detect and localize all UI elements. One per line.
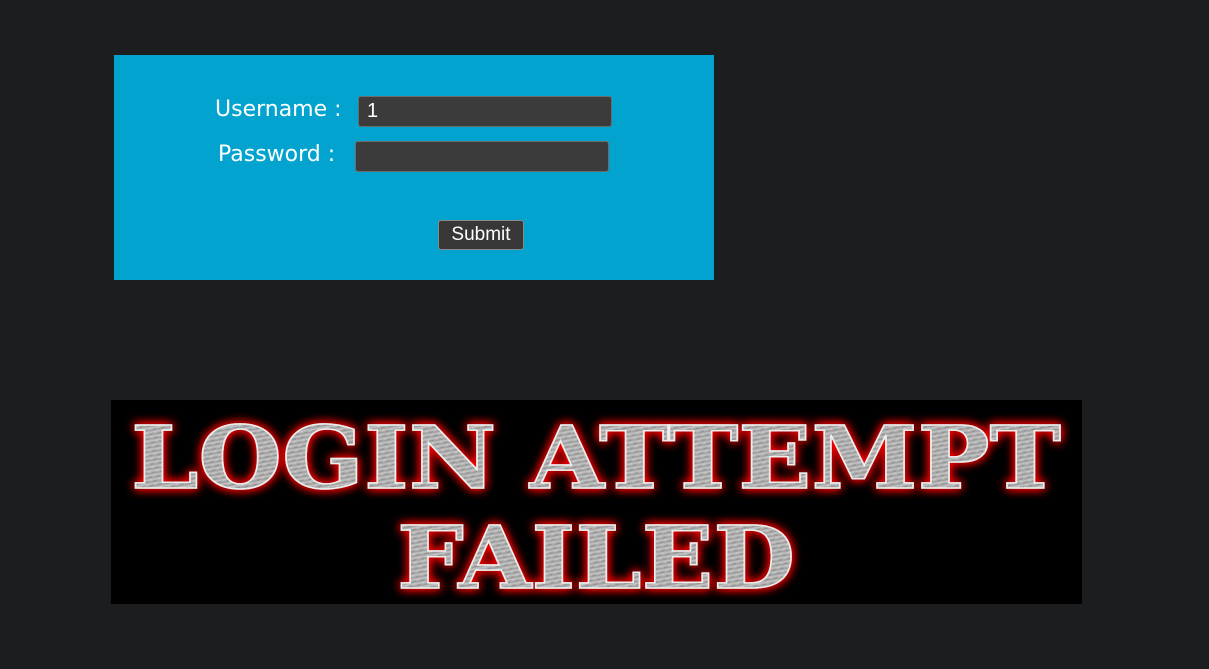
banner-line2: FAILED [397,508,795,604]
password-input[interactable] [355,141,609,172]
login-panel: Username : Password : Submit [114,55,714,280]
login-failed-image: LOGIN ATTEMPT FAILED [130,407,1062,604]
username-input[interactable] [358,96,612,127]
login-failed-banner: LOGIN ATTEMPT FAILED [111,400,1082,604]
submit-button[interactable]: Submit [438,220,524,250]
password-label: Password : [218,142,336,167]
banner-line1: LOGIN ATTEMPT [131,408,1061,509]
username-label: Username : [215,97,342,122]
